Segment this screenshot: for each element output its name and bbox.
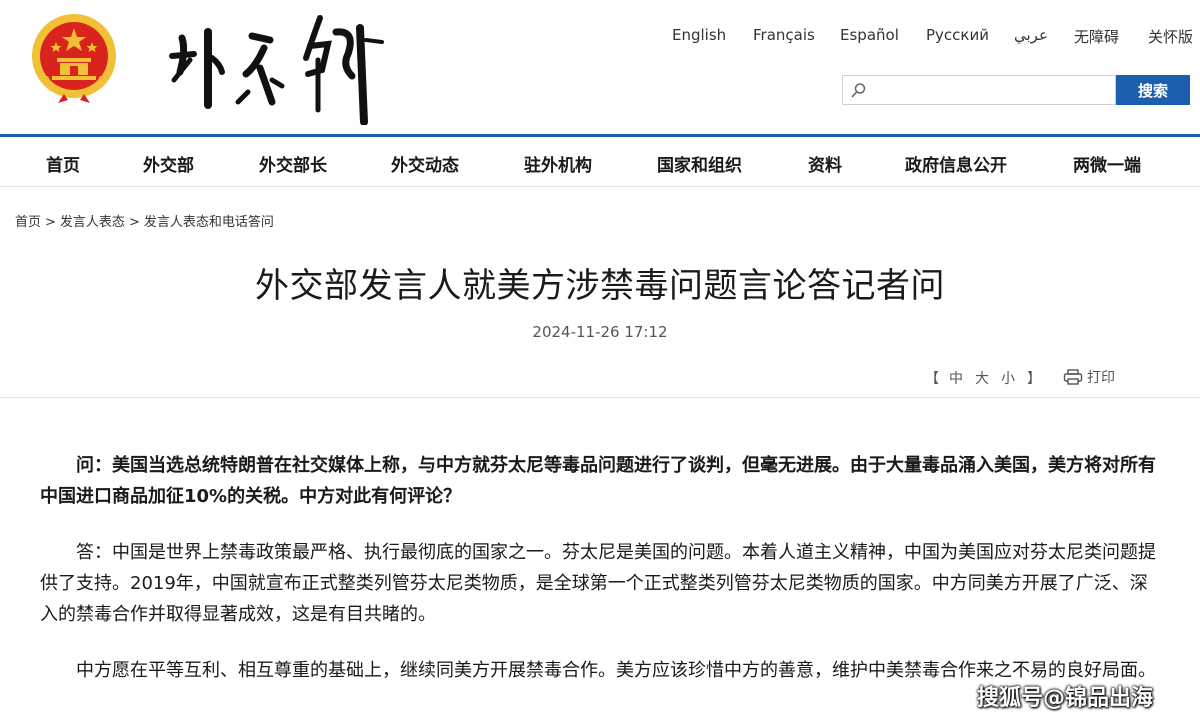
lang-russian-link[interactable]: Русский: [926, 26, 989, 44]
search-box: [842, 75, 1116, 105]
printer-icon: [1063, 369, 1083, 385]
article-answer-paragraph: 答：中国是世界上禁毒政策最严格、执行最彻底的国家之一。芬太尼是美国的问题。本着人…: [40, 542, 1156, 625]
breadcrumb-spokesperson-link[interactable]: 发言人表态: [60, 215, 125, 230]
nav-item-resources[interactable]: 资料: [808, 151, 842, 176]
nav-item-diplomatic-news[interactable]: 外交动态: [391, 151, 459, 176]
lang-french-link[interactable]: Français: [753, 26, 815, 44]
font-size-medium-button[interactable]: 大: [975, 371, 989, 387]
nav-item-minister[interactable]: 外交部长: [259, 151, 327, 176]
publish-timestamp: 2024-11-26 17:12: [532, 323, 668, 341]
lang-english-link[interactable]: English: [672, 26, 726, 44]
search-input[interactable]: [873, 78, 1111, 102]
article-body: 问：美国当选总统特朗普在社交媒体上称，与中方就芬太尼等毒品问题进行了谈判，但毫无…: [40, 450, 1160, 711]
nav-item-home[interactable]: 首页: [46, 151, 80, 176]
size-bracket-open: 【: [925, 371, 939, 387]
print-button[interactable]: 打印: [1063, 367, 1115, 387]
breadcrumb-current-link[interactable]: 发言人表态和电话答问: [144, 215, 274, 230]
page-title: 外交部发言人就美方涉禁毒问题言论答记者问: [255, 266, 945, 306]
elder-care-mode-link[interactable]: 关怀版: [1148, 26, 1193, 47]
site-header: English Français Español Русский عربي 无障…: [0, 0, 1200, 134]
main-nav: 首页 外交部 外交部长 外交动态 驻外机构 国家和组织 资料 政府信息公开 两微…: [0, 137, 1200, 187]
breadcrumb-separator: >: [45, 215, 56, 230]
article-question-paragraph: 问：美国当选总统特朗普在社交媒体上称，与中方就芬太尼等毒品问题进行了谈判，但毫无…: [40, 455, 1156, 507]
nav-item-countries-organizations[interactable]: 国家和组织: [657, 151, 742, 176]
accessibility-link[interactable]: 无障碍: [1074, 26, 1119, 47]
breadcrumb-separator: >: [128, 215, 140, 230]
font-size-small-button[interactable]: 小: [1001, 371, 1015, 387]
search-icon: [851, 83, 866, 98]
nav-item-missions-abroad[interactable]: 驻外机构: [524, 151, 592, 176]
nav-item-ministry[interactable]: 外交部: [143, 151, 194, 176]
font-size-large-button[interactable]: 中: [949, 371, 963, 387]
lang-arabic-link[interactable]: عربي: [1014, 26, 1048, 44]
lang-spanish-link[interactable]: Español: [840, 26, 899, 44]
breadcrumb-home-link[interactable]: 首页: [15, 215, 41, 230]
language-bar: English Français Español Русский عربي 无障…: [0, 26, 1200, 48]
nav-item-gov-info[interactable]: 政府信息公开: [905, 151, 1007, 176]
nav-item-social-media[interactable]: 两微一端: [1073, 151, 1141, 176]
content-divider: [0, 397, 1200, 398]
watermark: 搜狐号@锦品出海: [977, 686, 1154, 711]
print-label: 打印: [1087, 370, 1115, 386]
font-size-controls: 【中大小】: [925, 368, 1051, 388]
breadcrumb: 首页 > 发言人表态 > 发言人表态和电话答问: [15, 211, 274, 230]
size-bracket-close: 】: [1027, 371, 1041, 387]
search-button[interactable]: 搜索: [1116, 75, 1190, 105]
